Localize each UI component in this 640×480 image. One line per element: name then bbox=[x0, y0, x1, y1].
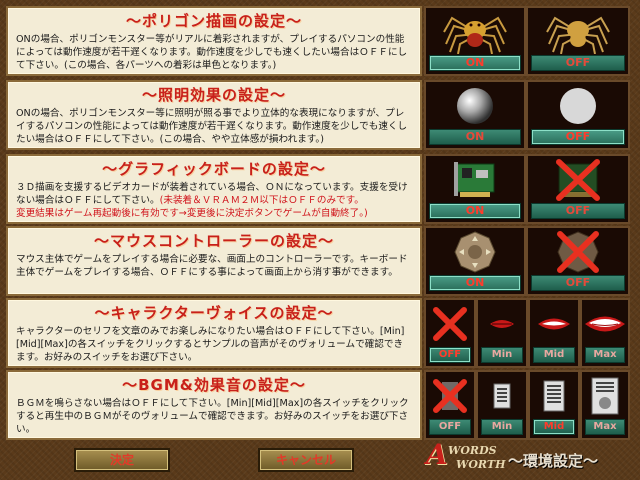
mouse-off-button[interactable]: OFF bbox=[531, 275, 625, 291]
graphics-card-icon bbox=[426, 156, 524, 204]
setting-row-mouse-controller: ～マウスコントローラーの設定～ マウス主体でゲームをプレイする場合に必要な、画面… bbox=[6, 226, 634, 296]
voice-max-button[interactable]: Max bbox=[585, 347, 625, 363]
mouse-controller-crossed-icon bbox=[528, 228, 628, 276]
cancel-button[interactable]: キャンセル bbox=[258, 448, 354, 472]
setting-description: マウス主体でゲームをプレイする場合に必要な、画面上のコントローラーです。キーボー… bbox=[16, 254, 408, 278]
bgm-off-button[interactable]: OFF bbox=[429, 419, 471, 435]
bgm-min-option[interactable]: Min bbox=[476, 370, 528, 440]
bgm-off-option[interactable]: OFF bbox=[424, 370, 476, 440]
speaker-small-icon bbox=[478, 372, 526, 420]
setting-description: ONの場合、ポリゴンモンスター等に照明が照る事でより立体的な表現になりますが、プ… bbox=[16, 108, 408, 145]
speaker-large-icon bbox=[582, 372, 628, 420]
red-x-icon bbox=[426, 300, 474, 348]
bgm-mid-option[interactable]: Mid bbox=[528, 370, 580, 440]
setting-title: ～グラフィックボードの設定～ bbox=[102, 160, 326, 178]
setting-description: ３Ｄ描画を支援するビデオカードが装着されている場合、ＯＮになっています。支援を受… bbox=[16, 181, 412, 220]
lips-medium-icon bbox=[530, 300, 578, 348]
speaker-medium-icon bbox=[530, 372, 578, 420]
polygon-on-option[interactable]: ON bbox=[424, 6, 526, 76]
graphics-off-button[interactable]: OFF bbox=[531, 203, 625, 219]
setting-title: ～マウスコントローラーの設定～ bbox=[93, 232, 334, 250]
lips-small-icon bbox=[478, 300, 526, 348]
polygon-on-button[interactable]: ON bbox=[429, 55, 521, 71]
flat-sphere-icon bbox=[528, 82, 628, 130]
logo-mark: A WORDS WORTH bbox=[426, 440, 506, 476]
polygon-off-button[interactable]: OFF bbox=[531, 55, 625, 71]
lips-large-icon bbox=[582, 300, 628, 348]
setting-panel: ～マウスコントローラーの設定～ マウス主体でゲームをプレイする場合に必要な、画面… bbox=[6, 226, 422, 296]
speaker-crossed-icon bbox=[426, 372, 474, 420]
setting-panel: ～BGM&効果音の設定～ ＢＧＭを鳴らさない場合はＯＦＦにして下さい。[Min]… bbox=[6, 370, 422, 440]
game-logo: A WORDS WORTH ～環境設定～ bbox=[424, 440, 634, 476]
voice-max-option[interactable]: Max bbox=[580, 298, 630, 368]
setting-title: ～照明効果の設定～ bbox=[141, 86, 286, 104]
setting-title: ～ポリゴン描画の設定～ bbox=[125, 12, 302, 30]
voice-min-button[interactable]: Min bbox=[481, 347, 523, 363]
bgm-min-button[interactable]: Min bbox=[481, 419, 523, 435]
lighting-off-option[interactable]: OFF bbox=[526, 80, 630, 150]
setting-title: ～キャラクターヴォイスの設定～ bbox=[94, 304, 334, 322]
graphics-on-option[interactable]: ON bbox=[424, 154, 526, 224]
logo-letter: A bbox=[426, 438, 448, 471]
mouse-on-option[interactable]: ON bbox=[424, 226, 526, 296]
polygon-off-option[interactable]: OFF bbox=[526, 6, 630, 76]
setting-row-lighting: ～照明効果の設定～ ONの場合、ポリゴンモンスター等に照明が照る事でより立体的な… bbox=[6, 80, 634, 150]
setting-panel: ～照明効果の設定～ ONの場合、ポリゴンモンスター等に照明が照る事でより立体的な… bbox=[6, 80, 422, 150]
setting-row-bgm: ～BGM&効果音の設定～ ＢＧＭを鳴らさない場合はＯＦＦにして下さい。[Min]… bbox=[6, 370, 634, 440]
spider-single-color-icon bbox=[528, 8, 628, 56]
bgm-mid-button[interactable]: Mid bbox=[533, 419, 575, 435]
voice-min-option[interactable]: Min bbox=[476, 298, 528, 368]
bgm-max-option[interactable]: Max bbox=[580, 370, 630, 440]
ok-button[interactable]: 決定 bbox=[74, 448, 170, 472]
spider-full-color-icon bbox=[426, 8, 524, 56]
voice-mid-button[interactable]: Mid bbox=[533, 347, 575, 363]
setting-description: ONの場合、ポリゴンモンスター等がリアルに着彩されますが、プレイするパソコンの性… bbox=[16, 34, 408, 71]
setting-panel: ～キャラクターヴォイスの設定～ キャラクターのセリフを文章のみでお楽しみになりた… bbox=[6, 298, 422, 368]
setting-row-character-voice: ～キャラクターヴォイスの設定～ キャラクターのセリフを文章のみでお楽しみになりた… bbox=[6, 298, 634, 368]
setting-description: キャラクターのセリフを文章のみでお楽しみになりたい場合はＯＦＦにして下さい。[M… bbox=[16, 326, 405, 363]
setting-description: ＢＧＭを鳴らさない場合はＯＦＦにして下さい。[Min][Mid][Max]の各ス… bbox=[16, 398, 409, 435]
warning-text-1: (未装着＆ＶＲＡＭ２Ｍ以下はＯＦＦのみです。 bbox=[159, 195, 364, 206]
warning-text-2: 変更結果はゲーム再起動後に有効です→変更後に決定ボタンでゲームが自動終了。) bbox=[16, 208, 368, 219]
shaded-sphere-icon bbox=[426, 82, 524, 130]
bgm-max-button[interactable]: Max bbox=[585, 419, 625, 435]
setting-row-polygon: ～ポリゴン描画の設定～ ONの場合、ポリゴンモンスター等がリアルに着彩されますが… bbox=[6, 6, 634, 76]
graphics-card-crossed-icon bbox=[528, 156, 628, 204]
lighting-off-button[interactable]: OFF bbox=[531, 129, 625, 145]
lighting-on-option[interactable]: ON bbox=[424, 80, 526, 150]
voice-mid-option[interactable]: Mid bbox=[528, 298, 580, 368]
graphics-on-button[interactable]: ON bbox=[429, 203, 521, 219]
setting-title: ～BGM&効果音の設定～ bbox=[122, 376, 306, 394]
screen-title: ～環境設定～ bbox=[508, 452, 599, 470]
logo-words: WORDS bbox=[448, 444, 497, 457]
lighting-on-button[interactable]: ON bbox=[429, 129, 521, 145]
mouse-on-button[interactable]: ON bbox=[429, 275, 521, 291]
setting-panel: ～ポリゴン描画の設定～ ONの場合、ポリゴンモンスター等がリアルに着彩されますが… bbox=[6, 6, 422, 76]
setting-row-graphics-board: ～グラフィックボードの設定～ ３Ｄ描画を支援するビデオカードが装着されている場合… bbox=[6, 154, 634, 224]
setting-panel: ～グラフィックボードの設定～ ３Ｄ描画を支援するビデオカードが装着されている場合… bbox=[6, 154, 422, 224]
logo-worth: WORTH bbox=[456, 458, 506, 471]
voice-off-option[interactable]: OFF bbox=[424, 298, 476, 368]
mouse-off-option[interactable]: OFF bbox=[526, 226, 630, 296]
mouse-controller-icon bbox=[426, 228, 524, 276]
graphics-off-option[interactable]: OFF bbox=[526, 154, 630, 224]
voice-off-button[interactable]: OFF bbox=[429, 347, 471, 363]
